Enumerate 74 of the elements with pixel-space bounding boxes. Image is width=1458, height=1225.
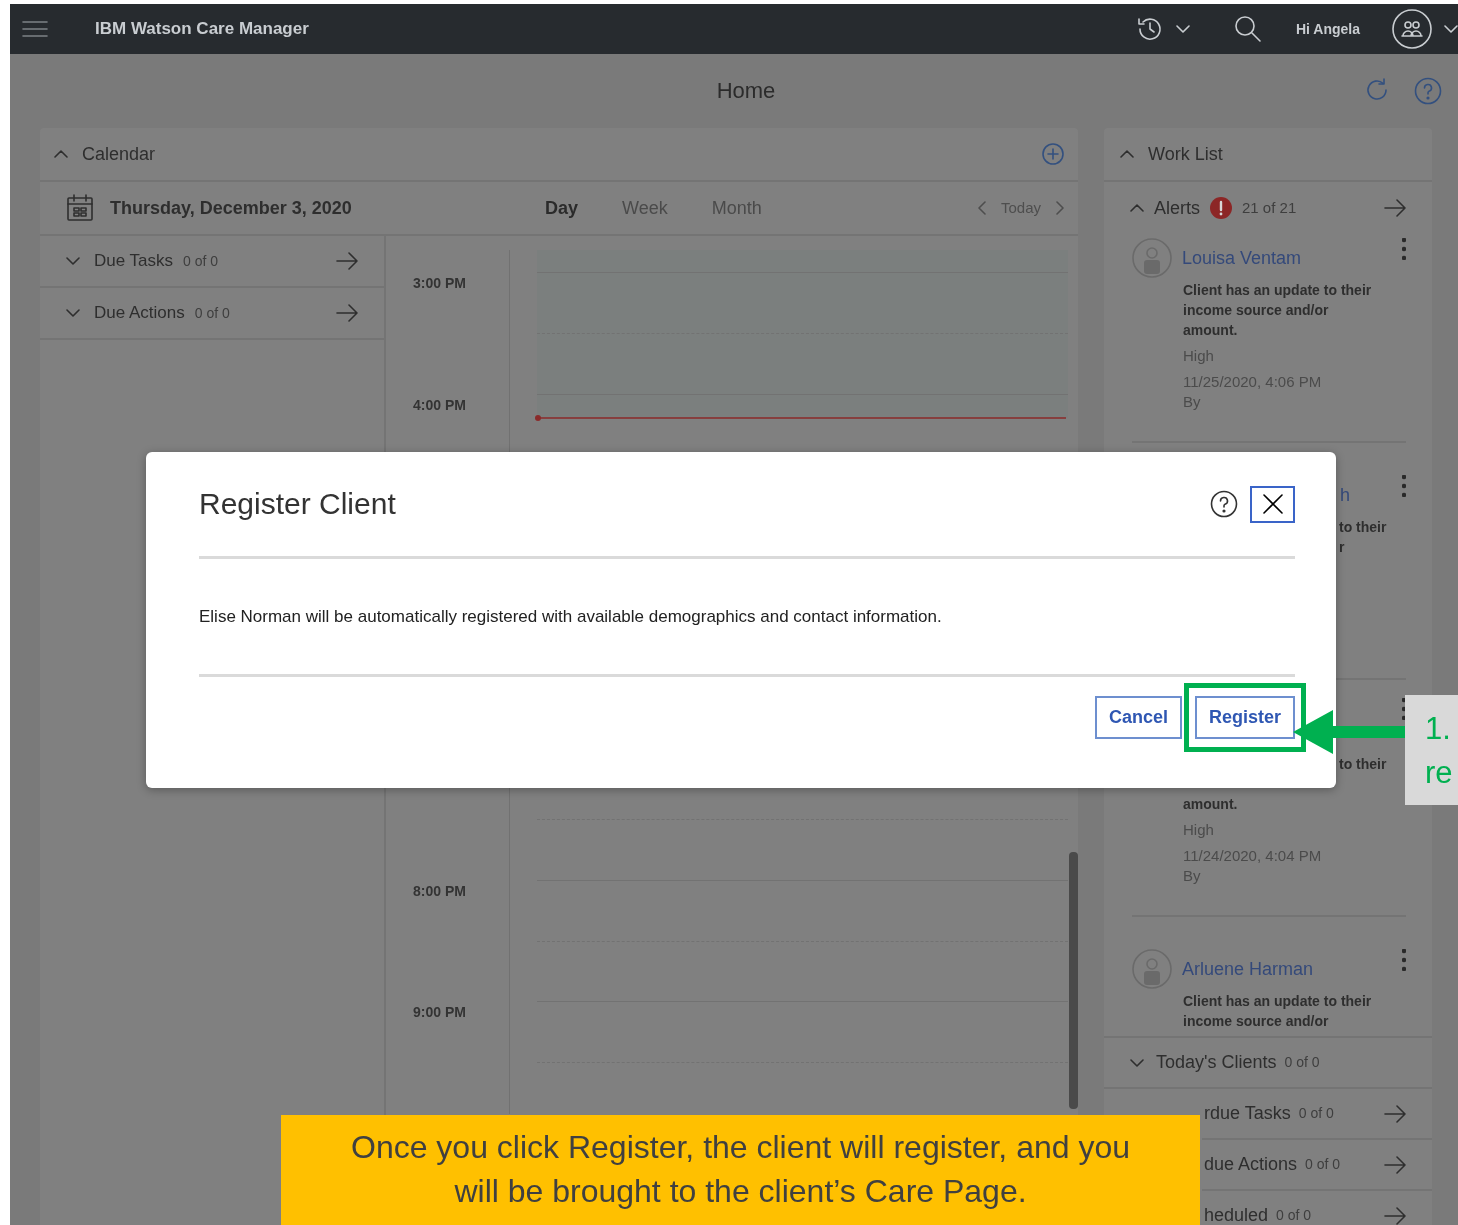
section-row[interactable]: Today's Clients 0 of 0 [1104,1038,1432,1089]
chevron-right-icon[interactable] [1056,201,1064,215]
arrow-right-icon[interactable] [1384,1206,1406,1225]
alert-text: r [1339,538,1345,557]
arrow-right-icon[interactable] [336,252,358,270]
view-tab[interactable]: Day [545,194,579,222]
scrollbar[interactable] [1069,852,1078,1109]
help-icon[interactable] [1210,490,1238,518]
section-label: due Actions [1204,1153,1298,1176]
alert-text: to their [1339,518,1387,537]
calendar-icon [66,194,94,222]
menu-icon[interactable] [22,20,48,38]
section-row[interactable]: rdue Tasks 0 of 0 [1202,1089,1432,1140]
greeting: Hi Angela [1295,19,1360,39]
list-label: Due Actions [94,302,185,325]
close-button[interactable] [1250,485,1295,523]
close-icon [1261,493,1284,515]
add-icon[interactable] [1042,143,1064,165]
alert-text: amount. [1183,321,1239,340]
list-row[interactable]: Due Tasks 0 of 0 [40,236,384,288]
client-name-link[interactable]: Arluene Harman [1182,955,1314,983]
client-name-link[interactable]: h [1340,481,1350,509]
time-label: 8:00 PM [413,882,466,899]
panel-title: Calendar [82,142,156,166]
caption-text: Once you click Register, the client will register, and you will be brought to the client’s Care Page. [281,1115,1200,1225]
alert-icon [1210,197,1232,219]
section-label: Today's Clients [1156,1051,1277,1074]
step-text: 1. [1425,710,1452,748]
time-label: 4:00 PM [413,396,466,413]
alert-text: Client has an update to their [1183,992,1373,1011]
item-count: 0 of 0 [1276,1206,1312,1225]
section-row[interactable]: heduled 0 of 0 [1202,1191,1432,1225]
calendar-date: Thursday, December 3, 2020 [110,196,352,220]
alert-text: to their [1339,755,1387,774]
panel-title: Work List [1148,142,1223,166]
alert-text: income source and/or [1183,1012,1330,1031]
app-name: IBM Watson Care Manager [95,18,309,41]
time-label: 9:00 PM [413,1004,466,1020]
arrow-right-icon[interactable] [1384,199,1406,217]
section-label: heduled [1204,1204,1269,1225]
chevron-up-icon[interactable] [54,150,68,158]
dialog-button[interactable]: Cancel [1094,696,1182,739]
dialog-message: Elise Norman will be automatically registered with available demographics and contact information. [199,559,1295,677]
alerts-label: Alerts [1154,196,1200,220]
search-icon[interactable] [1233,15,1262,43]
more-options-icon[interactable] [1402,698,1406,720]
arrow-right-icon[interactable] [1384,1104,1406,1123]
list-row[interactable]: Due Actions 0 of 0 [40,288,384,340]
section-label: rdue Tasks [1204,1102,1291,1125]
page-title: Home [716,77,776,105]
step-text: re [1425,754,1454,792]
item-count: 0 of 0 [1305,1155,1341,1174]
item-count: 0 of 0 [1284,1053,1320,1072]
chevron-up-icon[interactable] [1120,150,1134,158]
user-avatar-icon[interactable] [1392,9,1432,49]
time-label: 3:00 PM [413,275,466,291]
alert-text: income source and/or [1183,301,1330,320]
client-name-link[interactable]: Louisa Ventam [1182,244,1302,272]
dialog-button[interactable]: Register [1194,696,1295,739]
alert-text: Client has an update to their [1183,281,1373,300]
dialog-title: Register Client [199,486,397,522]
chevron-up-icon[interactable] [1130,204,1144,212]
item-count: 21 of 21 [1242,197,1297,218]
history-icon[interactable] [1135,15,1164,43]
arrow-right-icon[interactable] [1384,1155,1406,1174]
chevron-left-icon[interactable] [977,201,986,215]
item-count: 0 of 0 [194,303,230,323]
list-label: Due Tasks [94,250,174,273]
alert-text: amount. [1183,795,1239,814]
arrow-right-icon[interactable] [336,304,358,322]
section-row[interactable]: due Actions 0 of 0 [1202,1140,1432,1191]
item-count: 0 of 0 [1298,1104,1334,1123]
item-count: 0 of 0 [183,251,219,271]
refresh-icon[interactable] [1364,77,1390,103]
